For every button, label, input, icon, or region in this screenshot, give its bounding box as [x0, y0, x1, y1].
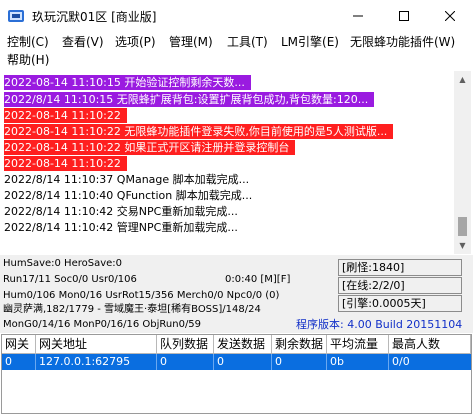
menu-manage[interactable]: 管理(M) — [169, 34, 213, 50]
scroll-thumb[interactable] — [458, 217, 467, 236]
online-box: [在线:2/2/0] — [338, 277, 462, 294]
minimize-button[interactable] — [335, 0, 381, 32]
status-boss: 幽灵萨满,182/1779 - 雪域魔王·泰坦[稀有BOSS]/148/24 — [3, 304, 261, 315]
status-uptime: 0:0:40 [M][F] — [225, 274, 291, 285]
col-header-max-users[interactable]: 最高人数 — [389, 335, 471, 354]
log-line: 2022/8/14 11:10:40 QFunction 脚本加载完成... — [4, 189, 253, 202]
col-header-queue[interactable]: 队列数据 — [157, 335, 214, 354]
table-cell: 0b — [327, 354, 389, 370]
status-save: HumSave:0 HeroSave:0 — [3, 258, 123, 269]
window-title: 玖玩沉默01区 [商业版] — [32, 10, 157, 24]
table-cell: 0 — [214, 354, 272, 370]
minimize-icon — [353, 15, 363, 17]
scroll-up-icon[interactable]: ▲ — [454, 71, 471, 88]
log-panel[interactable]: 2022-08-14 11:10:15 开始验证控制剩余天数... 2022/8… — [2, 71, 454, 254]
status-monsters: MonG0/14/16 MonP0/16/16 ObjRun0/59 — [3, 319, 202, 330]
log-line: 2022-08-14 11:10:22 — [4, 156, 127, 171]
log-scrollbar[interactable]: ▲ ▼ — [454, 71, 471, 254]
col-header-remaining[interactable]: 剩余数据 — [272, 335, 327, 354]
table-cell: 0/0 — [392, 355, 410, 368]
menu-help[interactable]: 帮助(H) — [7, 52, 49, 68]
table-cell: 127.0.0.1:62795 — [36, 354, 157, 370]
log-line: 2022/8/14 11:10:42 管理NPC重新加载完成... — [4, 221, 238, 234]
title-bar: 玖玩沉默01区 [商业版] — [0, 0, 473, 32]
menu-options[interactable]: 选项(P) — [115, 34, 156, 50]
close-button[interactable] — [427, 0, 473, 32]
table-cell: 0 — [272, 354, 327, 370]
scroll-down-icon[interactable]: ▼ — [454, 237, 471, 254]
maximize-icon — [399, 11, 409, 21]
engine-box: [引擎:0.0005天] — [338, 295, 462, 312]
app-icon — [8, 10, 24, 22]
log-line: 2022-08-14 11:10:22 — [4, 108, 127, 123]
menu-lm-engine[interactable]: LM引擎(E) — [281, 34, 339, 50]
menu-tools[interactable]: 工具(T) — [227, 34, 268, 50]
close-icon — [445, 11, 455, 21]
log-line: 2022-08-14 11:10:22 如果正式开区请注册并登录控制台 — [4, 140, 296, 155]
maximize-button[interactable] — [381, 0, 427, 32]
col-header-traffic[interactable]: 平均流量 — [327, 335, 389, 354]
table-cell: 0 — [2, 354, 36, 370]
col-header-address[interactable]: 网关地址 — [36, 335, 157, 354]
menu-bar: 控制(C) 查看(V) 选项(P) 管理(M) 工具(T) LM引擎(E) 无限… — [0, 32, 473, 70]
log-line: 2022-08-14 11:10:15 开始验证控制剩余天数... — [4, 75, 251, 90]
log-line: 2022/8/14 11:10:37 QManage 脚本加载完成... — [4, 173, 250, 186]
table-cell: 0 — [157, 354, 214, 370]
refresh-box: [刷怪:1840] — [338, 259, 462, 276]
col-header-sent[interactable]: 发送数据 — [214, 335, 272, 354]
menu-plugin[interactable]: 无限蜂功能插件(W) — [350, 34, 455, 50]
log-line: 2022/8/14 11:10:15 无限蜂扩展背包:设置扩展背包成功,背包数量… — [4, 92, 375, 107]
log-line: 2022/8/14 11:10:42 交易NPC重新加载完成... — [4, 205, 238, 218]
menu-view[interactable]: 查看(V) — [62, 34, 104, 50]
gateway-table[interactable]: 网关 网关地址 队列数据 发送数据 剩余数据 平均流量 最高人数 0 127.0… — [1, 334, 472, 414]
status-run: Run17/11 Soc0/0 Usr0/106 — [3, 274, 137, 285]
menu-control[interactable]: 控制(C) — [7, 34, 49, 50]
version-label: 程序版本: 4.00 Build 20151104 — [296, 318, 463, 331]
log-line: 2022-08-14 11:10:22 无限蜂功能插件登录失败,你目前使用的是5… — [4, 124, 394, 139]
col-header-gateway[interactable]: 网关 — [2, 335, 36, 354]
status-counts: Hum0/106 Mon0/16 UsrRot15/356 Merch0/0 N… — [3, 290, 280, 301]
